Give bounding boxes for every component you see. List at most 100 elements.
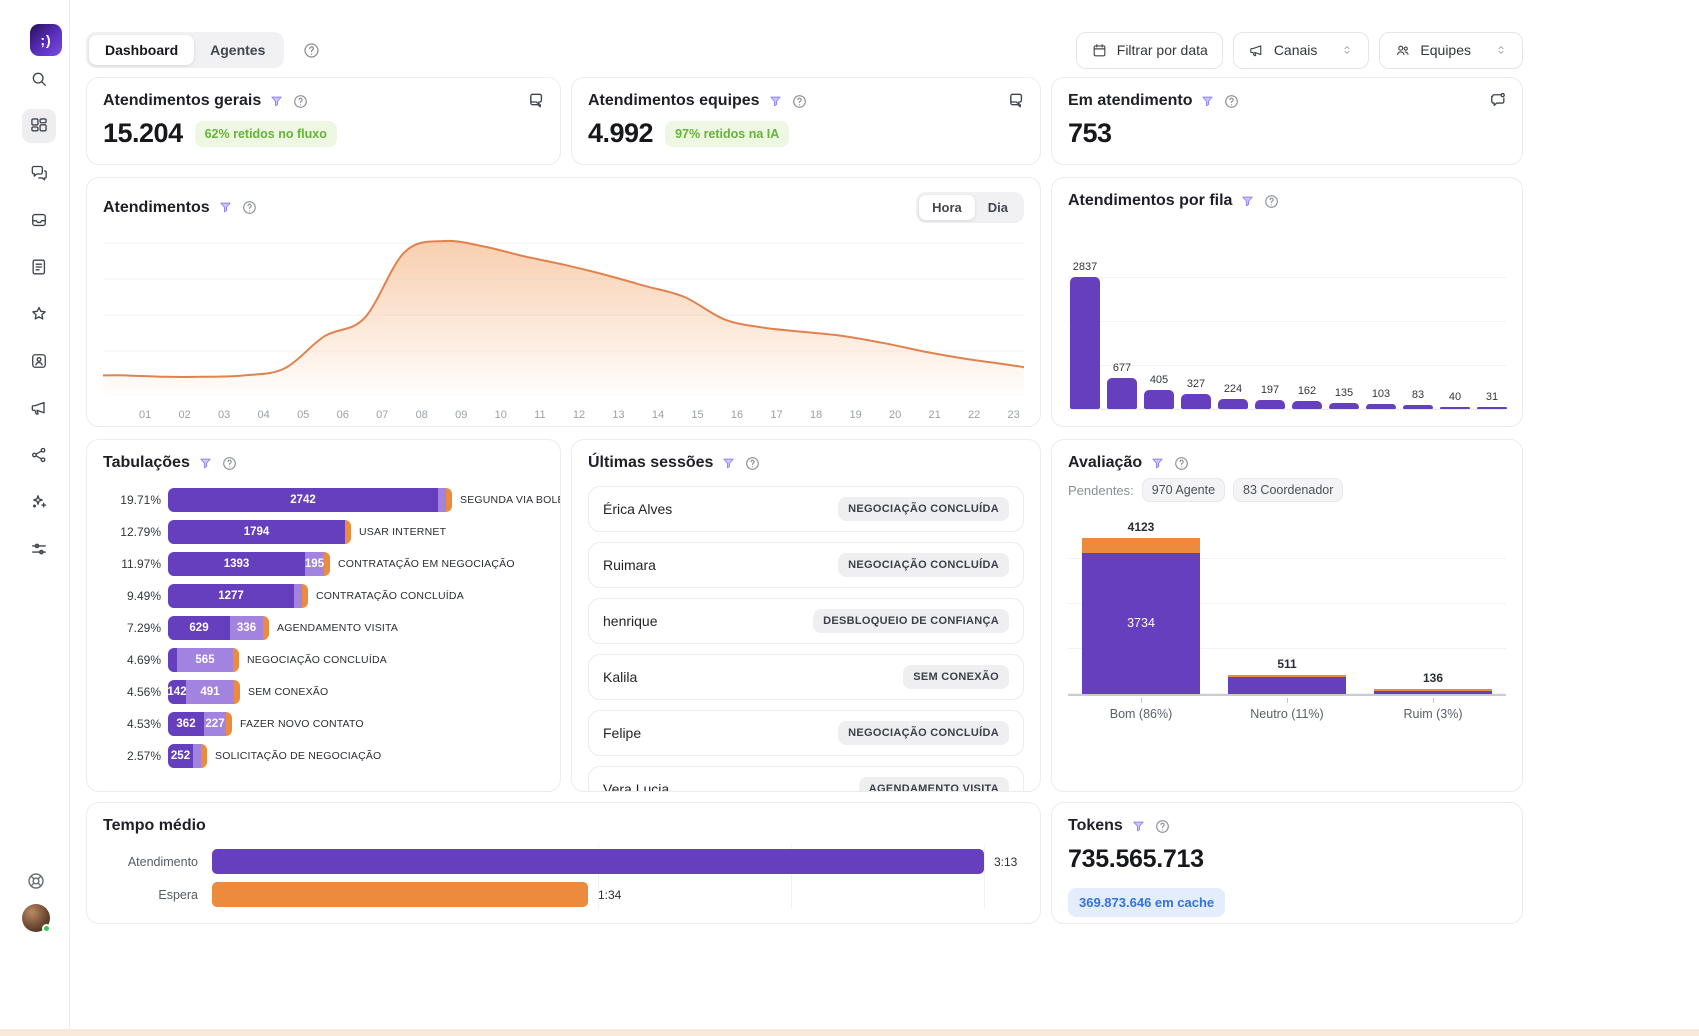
- session-row[interactable]: RuimaraNEGOCIAÇÃO CONCLUÍDA: [588, 542, 1024, 588]
- row-percent: 4.69%: [103, 653, 161, 667]
- filter-funnel-icon[interactable]: [1131, 819, 1146, 834]
- filter-funnel-icon[interactable]: [269, 94, 284, 109]
- kpi-card-atendimentos-equipes: Atendimentos equipes 4.992 97% retidos n…: [571, 77, 1041, 165]
- bar-segment-lilac: [193, 744, 201, 768]
- help-circle-icon[interactable]: [1223, 93, 1240, 110]
- help-circle-icon[interactable]: [1263, 193, 1280, 210]
- filter-funnel-icon[interactable]: [1240, 194, 1255, 209]
- life-buoy-icon[interactable]: [25, 870, 47, 892]
- sidebar-item-chats[interactable]: [22, 156, 56, 190]
- sliders-icon: [29, 539, 49, 559]
- bar-total-label: 511: [1277, 657, 1296, 671]
- bar: [1181, 394, 1211, 409]
- aval-bars: 41233734511136: [1068, 520, 1506, 696]
- bar-segment-lilac: [294, 584, 302, 608]
- row-percent: 4.56%: [103, 685, 161, 699]
- chevron-updown-icon: [1340, 43, 1354, 57]
- session-name: Felipe: [603, 725, 641, 741]
- axis-category: Bom (86%): [1082, 698, 1200, 721]
- chat-bubbles-icon[interactable]: [1006, 90, 1026, 110]
- help-circle-icon[interactable]: [241, 199, 258, 216]
- fila-bar-group: 135: [1329, 387, 1359, 409]
- app-logo[interactable]: ;): [30, 24, 62, 56]
- session-row[interactable]: FelipeNEGOCIAÇÃO CONCLUÍDA: [588, 710, 1024, 756]
- session-row[interactable]: henriqueDESBLOQUEIO DE CONFIANÇA: [588, 598, 1024, 644]
- tabulacao-row[interactable]: 4.53%362227FAZER NOVO CONTATO: [103, 712, 544, 736]
- bar-segment-purple: [168, 648, 177, 672]
- filter-buttons: Filtrar por data Canais Equipes: [1076, 32, 1523, 69]
- fila-bar-group: 677: [1107, 362, 1137, 409]
- x-tick: 15: [691, 409, 703, 421]
- aval-bar-group: 511: [1228, 657, 1346, 694]
- chevron-updown-icon: [1494, 43, 1508, 57]
- kpi-value: 15.204: [103, 118, 183, 149]
- kpi-row: Atendimentos gerais 15.204 62% retidos n…: [86, 77, 1523, 165]
- session-row[interactable]: Vera LuciaAGENDAMENTO VISITA: [588, 766, 1024, 792]
- chat-dot-icon[interactable]: [1488, 90, 1508, 110]
- tabulacao-row[interactable]: 7.29%629336AGENDAMENTO VISITA: [103, 616, 544, 640]
- bar-segment-purple: 629: [168, 616, 230, 640]
- filter-funnel-icon[interactable]: [768, 94, 783, 109]
- bar-segment-orange: [201, 744, 207, 768]
- tabulacao-row[interactable]: 12.79%1794USAR INTERNET: [103, 520, 544, 544]
- tabulacao-row[interactable]: 4.69%565NEGOCIAÇÃO CONCLUÍDA: [103, 648, 544, 672]
- sidebar-item-inbox[interactable]: [22, 203, 56, 237]
- bar-segment-orange: [233, 648, 239, 672]
- chat-bubbles-icon[interactable]: [526, 90, 546, 110]
- kpi-value: 753: [1068, 118, 1112, 149]
- filter-funnel-icon[interactable]: [198, 456, 213, 471]
- row-percent: 9.49%: [103, 589, 161, 603]
- bar-segment-orange: [234, 680, 240, 704]
- sidebar-item-search[interactable]: [22, 62, 56, 96]
- card-title: Atendimentos: [103, 199, 210, 217]
- fila-bar-group: 40: [1440, 391, 1470, 409]
- bar-segment-purple: 1393: [168, 552, 305, 576]
- tabulacao-row[interactable]: 19.71%2742SEGUNDA VIA BOLE: [103, 488, 544, 512]
- sidebar-item-script[interactable]: [22, 250, 56, 284]
- channels-dropdown[interactable]: Canais: [1233, 32, 1370, 69]
- session-row[interactable]: Érica AlvesNEGOCIAÇÃO CONCLUÍDA: [588, 486, 1024, 532]
- filter-funnel-icon[interactable]: [218, 200, 233, 215]
- toggle-hora[interactable]: Hora: [919, 195, 975, 220]
- sidebar-item-sliders[interactable]: [22, 532, 56, 566]
- sidebar-item-share-nodes[interactable]: [22, 438, 56, 472]
- tabulacao-row[interactable]: 11.97%1393195CONTRATAÇÃO EM NEGOCIAÇÃO: [103, 552, 544, 576]
- teams-dropdown[interactable]: Equipes: [1379, 32, 1523, 69]
- tempo-medio-chart: Atendimento3:13Espera1:34: [103, 849, 1024, 907]
- filter-funnel-icon[interactable]: [1150, 456, 1165, 471]
- help-circle-icon[interactable]: [1173, 455, 1190, 472]
- sidebar-item-dashboard[interactable]: [22, 109, 56, 143]
- tempo-row-atendimento: Atendimento3:13: [103, 849, 1024, 874]
- stacked-bar: 2742: [168, 488, 452, 512]
- filter-funnel-icon[interactable]: [721, 456, 736, 471]
- row-label: SEM CONEXÃO: [248, 686, 328, 698]
- filter-funnel-icon[interactable]: [1200, 94, 1215, 109]
- tabulacao-row[interactable]: 2.57%252SOLICITAÇÃO DE NEGOCIAÇÃO: [103, 744, 544, 768]
- help-circle-icon[interactable]: [221, 455, 238, 472]
- kpi-badge: 62% retidos no fluxo: [195, 121, 337, 147]
- tabulacao-row[interactable]: 4.56%142491SEM CONEXÃO: [103, 680, 544, 704]
- toggle-dia[interactable]: Dia: [975, 195, 1021, 220]
- hora-dia-toggle: Hora Dia: [916, 192, 1024, 223]
- tokens-value: 735.565.713: [1068, 845, 1506, 874]
- stacked-bar: 252: [168, 744, 207, 768]
- help-icon[interactable]: [302, 41, 321, 60]
- aval-bar-group: 41233734: [1082, 520, 1200, 694]
- help-circle-icon[interactable]: [744, 455, 761, 472]
- avaliacao-card: Avaliação Pendentes: 970 Agente 83 Coord…: [1051, 439, 1523, 792]
- help-circle-icon[interactable]: [1154, 818, 1171, 835]
- tabulacao-row[interactable]: 9.49%1277CONTRATAÇÃO CONCLUÍDA: [103, 584, 544, 608]
- sidebar-item-sparkles[interactable]: [22, 485, 56, 519]
- user-avatar[interactable]: [22, 904, 50, 932]
- tab-agentes[interactable]: Agentes: [194, 35, 281, 65]
- tab-dashboard[interactable]: Dashboard: [89, 35, 194, 65]
- sidebar-item-star[interactable]: [22, 297, 56, 331]
- help-circle-icon[interactable]: [292, 93, 309, 110]
- session-row[interactable]: KalilaSEM CONEXÃO: [588, 654, 1024, 700]
- sidebar-item-contact-card[interactable]: [22, 344, 56, 378]
- help-circle-icon[interactable]: [791, 93, 808, 110]
- bar-value-label: 83: [1412, 389, 1424, 401]
- filter-date-button[interactable]: Filtrar por data: [1076, 32, 1223, 69]
- sidebar-item-megaphone[interactable]: [22, 391, 56, 425]
- bar-segment-purple: 142: [168, 680, 186, 704]
